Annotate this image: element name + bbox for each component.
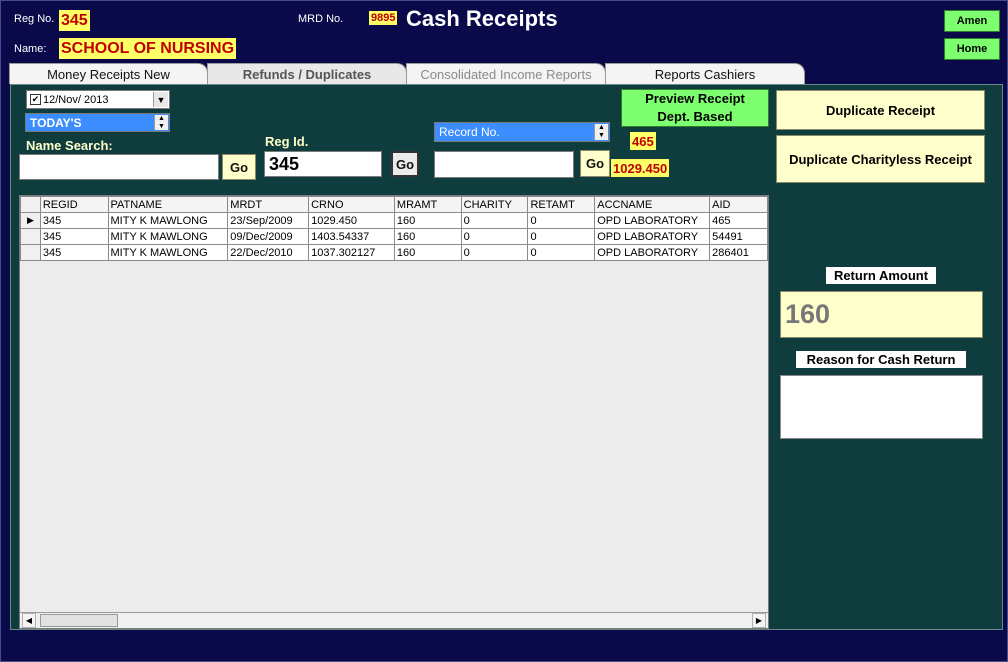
cell-aid[interactable]: 54491 [709,228,768,245]
row-selector-header [20,196,41,213]
cell-aid[interactable]: 286401 [709,244,768,261]
cell-mramt[interactable]: 160 [393,244,462,261]
cell-charity[interactable]: 0 [460,228,529,245]
cell-charity[interactable]: 0 [460,212,529,229]
tab-reports-cashiers[interactable]: Reports Cashiers [605,63,805,84]
duplicate-receipt-button[interactable]: Duplicate Receipt [776,90,985,130]
column-header-regid[interactable]: REGID [39,196,109,213]
cell-regid[interactable]: 345 [39,244,109,261]
cell-crno[interactable]: 1029.450 [308,212,395,229]
column-header-crno[interactable]: CRNO [308,196,395,213]
reason-label: Reason for Cash Return [796,351,966,368]
scrollbar-thumb[interactable] [40,614,118,627]
cell-crno[interactable]: 1037.302127 [308,244,395,261]
cell-retamt[interactable]: 0 [527,228,596,245]
column-header-retamt[interactable]: RETAMT [527,196,596,213]
reg-id-label: Reg Id. [265,134,309,149]
cell-mramt[interactable]: 160 [393,212,462,229]
name-search-label: Name Search: [26,138,113,153]
tab-money-receipts-new[interactable]: Money Receipts New [9,63,208,84]
column-header-mramt[interactable]: MRAMT [393,196,462,213]
page-title: Cash Receipts [406,6,558,31]
column-header-mrdt[interactable]: MRDT [227,196,310,213]
return-amount-input[interactable]: 160 [780,291,983,338]
record-search-input[interactable] [434,151,574,178]
tab-refunds-duplicates[interactable]: Refunds / Duplicates [207,63,407,84]
reg-no-label: Reg No. [14,13,55,25]
reg-no-value: 345 [59,10,90,31]
record-search-go-button[interactable]: Go [580,150,610,177]
scroll-left-icon[interactable]: ◀ [22,613,36,628]
cell-regid[interactable]: 345 [39,212,109,229]
cell-charity[interactable]: 0 [460,244,529,261]
table-row[interactable]: 345 MITY K MAWLONG 09/Dec/2009 1403.5433… [20,228,768,245]
name-label: Name: [14,43,47,55]
date-checkbox[interactable]: ✔ [30,94,41,105]
receipts-table: REGID PATNAME MRDT CRNO MRAMT CHARITY RE… [20,196,768,261]
refunds-panel: ✔ 12/Nov/ 2013 ▼ TODAY'S ▲ ▼ Name Search:… [10,84,1003,630]
mrd-no-label: MRD No. [298,13,344,25]
column-header-accname[interactable]: ACCNAME [594,196,711,213]
home-button[interactable]: Home [944,38,1000,60]
record-value-crno: 1029.450 [611,159,670,177]
cash-receipts-window: Reg No. 345 MRD No. 9895 Cash Receipts N… [0,0,1008,662]
reg-id-go-button[interactable]: Go [391,151,419,177]
patient-name-value: SCHOOL OF NURSING [59,38,237,59]
name-search-go-button[interactable]: Go [222,154,256,180]
cell-accname[interactable]: OPD LABORATORY [594,244,711,261]
cell-accname[interactable]: OPD LABORATORY [594,228,711,245]
cell-retamt[interactable]: 0 [527,212,596,229]
scroll-right-icon[interactable]: ▶ [752,613,766,628]
cell-mrdt[interactable]: 23/Sep/2009 [227,212,310,229]
cell-patname[interactable]: MITY K MAWLONG [107,228,229,245]
date-picker[interactable]: ✔ 12/Nov/ 2013 ▼ [26,90,170,109]
cell-mrdt[interactable]: 09/Dec/2009 [227,228,310,245]
chevron-down-icon[interactable]: ▼ [153,92,168,107]
column-header-aid[interactable]: AID [709,196,768,213]
tab-consolidated-income-reports[interactable]: Consolidated Income Reports [406,63,606,84]
period-value: TODAY'S [30,115,82,130]
reg-id-input[interactable]: 345 [264,151,382,177]
receipts-grid[interactable]: REGID PATNAME MRDT CRNO MRAMT CHARITY RE… [19,195,769,629]
preview-receipt-button[interactable]: Preview Receipt Dept. Based [621,89,769,127]
cell-mramt[interactable]: 160 [393,228,462,245]
duplicate-charityless-receipt-button[interactable]: Duplicate Charityless Receipt [776,135,985,183]
cell-retamt[interactable]: 0 [527,244,596,261]
column-header-patname[interactable]: PATNAME [107,196,229,213]
row-selector[interactable] [20,244,41,261]
return-amount-label: Return Amount [826,267,936,284]
record-no-select[interactable]: Record No. ▲ ▼ [434,122,610,142]
preview-receipt-line2: Dept. Based [657,109,733,124]
cell-patname[interactable]: MITY K MAWLONG [107,244,229,261]
table-row[interactable]: 345 MITY K MAWLONG 22/Dec/2010 1037.3021… [20,244,768,261]
cell-accname[interactable]: OPD LABORATORY [594,212,711,229]
cell-patname[interactable]: MITY K MAWLONG [107,212,229,229]
date-value: 12/Nov/ 2013 [43,93,109,106]
column-header-charity[interactable]: CHARITY [460,196,529,213]
name-search-input[interactable] [19,154,219,180]
grid-header-row: REGID PATNAME MRDT CRNO MRAMT CHARITY RE… [20,196,768,213]
horizontal-scrollbar[interactable]: ◀ ▶ [20,612,768,628]
record-no-value: Record No. [439,125,500,139]
table-row[interactable]: ▶ 345 MITY K MAWLONG 23/Sep/2009 1029.45… [20,212,768,229]
mrd-no-value: 9895 [369,11,398,25]
cell-aid[interactable]: 465 [709,212,768,229]
spin-arrows-icon[interactable]: ▲ ▼ [154,115,168,130]
cell-mrdt[interactable]: 22/Dec/2010 [227,244,310,261]
record-value-aid: 465 [630,132,656,150]
spin-arrows-icon[interactable]: ▲ ▼ [594,124,608,140]
period-select[interactable]: TODAY'S ▲ ▼ [25,113,170,132]
preview-receipt-line1: Preview Receipt [645,91,745,106]
row-selector[interactable] [20,228,41,245]
cell-crno[interactable]: 1403.54337 [308,228,395,245]
amen-button[interactable]: Amen [944,10,1000,32]
triangle-right-icon[interactable]: ▶ [20,212,41,229]
reason-textarea[interactable] [780,375,983,439]
cell-regid[interactable]: 345 [39,228,109,245]
